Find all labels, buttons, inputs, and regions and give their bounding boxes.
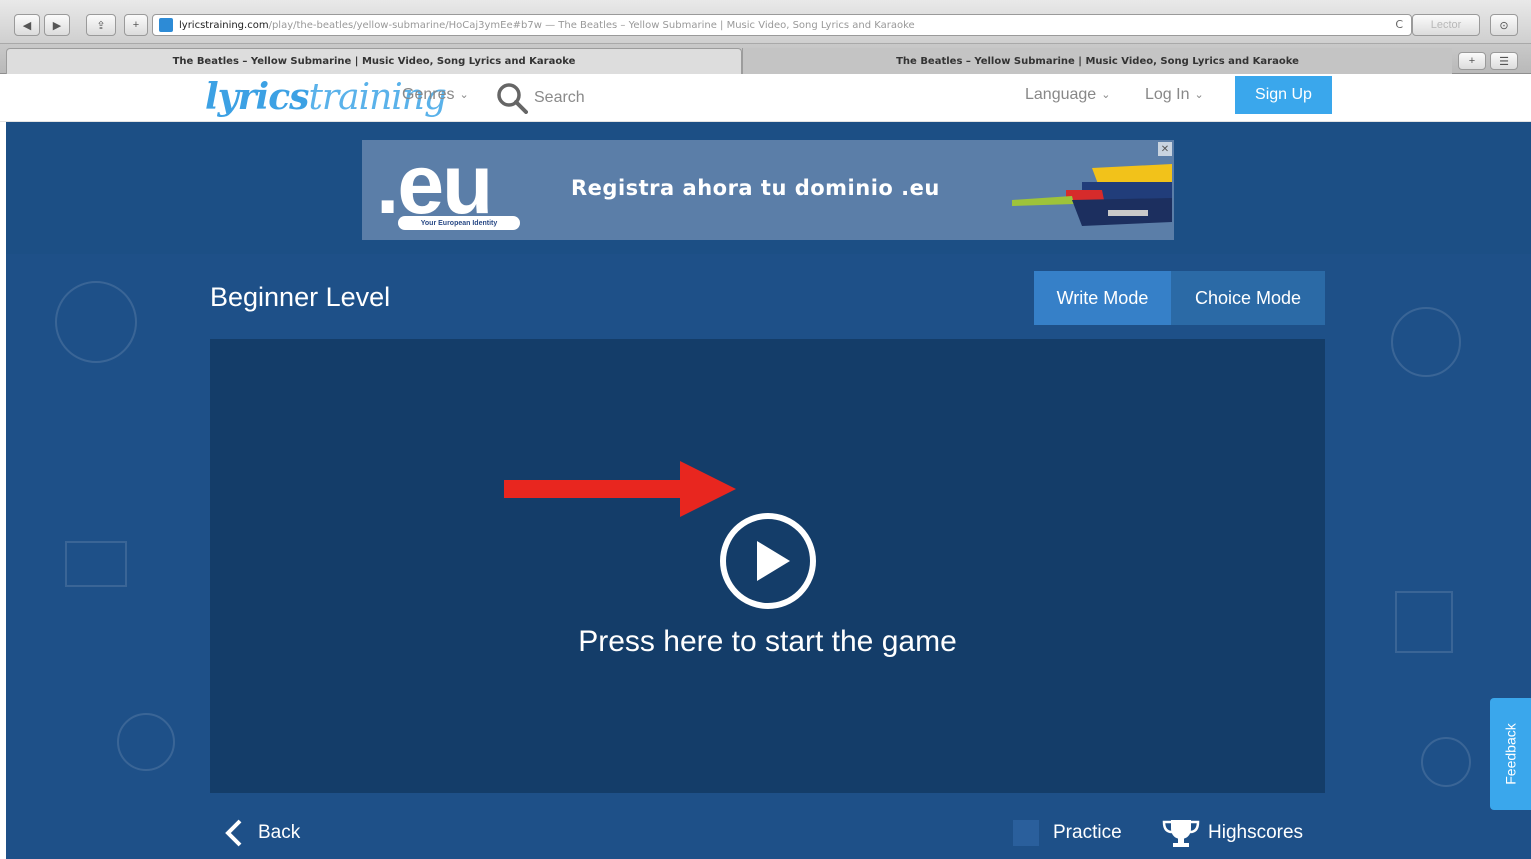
ad-headline: Registra ahora tu dominio .eu — [571, 176, 940, 200]
address-host: lyricstraining.com — [179, 19, 269, 31]
tab-label: The Beatles – Yellow Submarine | Music V… — [896, 55, 1299, 67]
reload-icon[interactable]: C — [1395, 18, 1403, 31]
address-bar[interactable]: lyricstraining.com /play/the-beatles/yel… — [152, 14, 1412, 36]
write-mode-button[interactable]: Write Mode — [1034, 271, 1171, 325]
chevron-down-icon: ⌄ — [1194, 89, 1204, 101]
practice-toggle[interactable]: Practice — [1013, 820, 1122, 846]
add-bookmark-icon[interactable]: + — [124, 14, 148, 36]
reader-button[interactable]: Lector — [1412, 14, 1480, 36]
language-label: Language — [1025, 86, 1097, 103]
logo-bold: lyrics — [205, 76, 309, 118]
mode-toggle: Write Mode Choice Mode — [1034, 271, 1325, 325]
back-label: Back — [258, 822, 301, 843]
search-input[interactable] — [534, 89, 624, 107]
browser-tab[interactable]: The Beatles – Yellow Submarine | Music V… — [742, 48, 1452, 74]
site-favicon-icon — [159, 18, 173, 32]
chevron-down-icon: ⌄ — [1101, 89, 1111, 101]
browser-tabbar: The Beatles – Yellow Submarine | Music V… — [0, 44, 1531, 74]
chevron-left-icon — [225, 819, 242, 847]
search-box[interactable] — [496, 82, 624, 114]
reader-label: Lector — [1430, 19, 1462, 31]
play-icon[interactable] — [718, 511, 818, 611]
main-area: .eu Your European Identity Registra ahor… — [6, 122, 1531, 859]
trophy-icon — [1162, 820, 1200, 847]
genres-label: Genres — [402, 86, 455, 103]
signup-button[interactable]: Sign Up — [1235, 76, 1332, 114]
address-path: /play/the-beatles/yellow-submarine/HoCaj… — [268, 19, 915, 31]
share-icon[interactable]: ⇪ — [86, 14, 116, 36]
browser-toolbar: ◀ ▶ ⇪ + lyricstraining.com /play/the-bea… — [0, 0, 1531, 44]
practice-label: Practice — [1053, 822, 1122, 843]
game-player[interactable]: Press here to start the game — [210, 339, 1325, 793]
language-menu[interactable]: Language ⌄ — [1025, 86, 1110, 104]
chevron-down-icon: ⌄ — [459, 89, 469, 101]
practice-checkbox[interactable] — [1013, 820, 1039, 846]
start-game-prompt[interactable]: Press here to start the game — [210, 625, 1325, 659]
downloads-icon[interactable]: ⊙ — [1490, 14, 1518, 36]
login-label: Log In — [1145, 86, 1190, 103]
login-menu[interactable]: Log In ⌄ — [1145, 86, 1204, 104]
forward-nav-button[interactable]: ▶ — [44, 14, 70, 36]
tab-overview-icon[interactable]: ☰ — [1490, 52, 1518, 70]
genres-menu[interactable]: Genres ⌄ — [402, 86, 469, 104]
ad-tagline: Your European Identity — [398, 216, 520, 230]
close-icon[interactable]: ✕ — [1158, 142, 1172, 156]
back-link[interactable]: Back — [224, 818, 300, 848]
choice-mode-button[interactable]: Choice Mode — [1171, 271, 1325, 325]
highscores-link[interactable]: Highscores — [1162, 818, 1303, 848]
feedback-tab[interactable]: Feedback — [1490, 698, 1531, 810]
search-icon — [497, 83, 528, 114]
back-nav-button[interactable]: ◀ — [14, 14, 40, 36]
ad-banner[interactable]: .eu Your European Identity Registra ahor… — [362, 137, 1174, 240]
new-tab-icon[interactable]: + — [1458, 52, 1486, 70]
red-arrow-annotation — [504, 461, 736, 517]
level-title: Beginner Level — [210, 282, 391, 312]
feedback-label: Feedback — [1502, 723, 1519, 785]
highscores-label: Highscores — [1208, 822, 1304, 843]
tab-label: The Beatles – Yellow Submarine | Music V… — [172, 56, 576, 67]
browser-tab[interactable]: The Beatles – Yellow Submarine | Music V… — [6, 48, 742, 74]
ad-flag-graphic — [1012, 164, 1172, 226]
